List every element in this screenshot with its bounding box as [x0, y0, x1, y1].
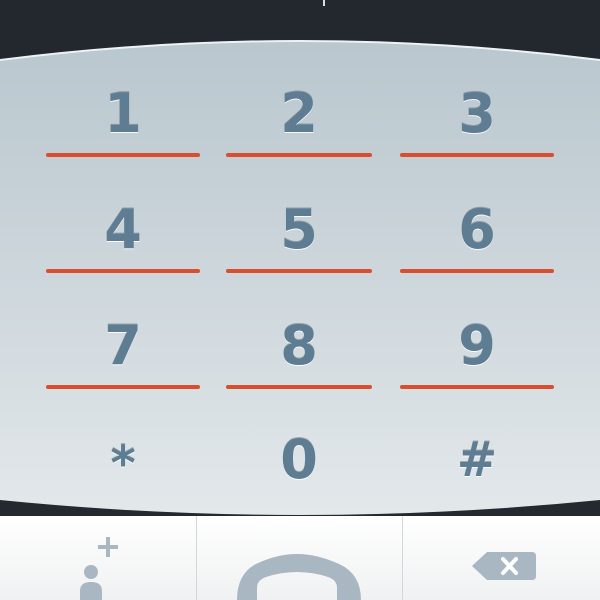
key-5[interactable]: 5: [226, 196, 372, 276]
key-hash[interactable]: #: [400, 426, 554, 492]
key-underline: [400, 385, 554, 389]
key-label: 0: [280, 428, 318, 491]
key-label: 1: [104, 82, 142, 145]
key-6[interactable]: 6: [400, 196, 554, 276]
key-underline: [46, 269, 200, 273]
key-label: 8: [280, 314, 318, 377]
keypad: 1 2 3 4 5 6 7 8 9 * 0 #: [0, 0, 600, 600]
key-underline: [226, 269, 372, 273]
key-label: 9: [458, 314, 496, 377]
key-underline: [46, 153, 200, 157]
key-1[interactable]: 1: [46, 80, 200, 160]
key-label: 7: [104, 314, 142, 377]
key-underline: [46, 385, 200, 389]
key-7[interactable]: 7: [46, 312, 200, 392]
key-star[interactable]: *: [46, 426, 200, 492]
key-4[interactable]: 4: [46, 196, 200, 276]
key-9[interactable]: 9: [400, 312, 554, 392]
key-label: *: [110, 436, 136, 492]
key-2[interactable]: 2: [226, 80, 372, 160]
key-label: 6: [458, 198, 496, 261]
key-underline: [226, 153, 372, 157]
key-underline: [226, 385, 372, 389]
key-label: 2: [280, 82, 318, 145]
key-3[interactable]: 3: [400, 80, 554, 160]
key-underline: [400, 269, 554, 273]
key-label: 5: [280, 198, 318, 261]
dialer-screen: 1 2 3 4 5 6 7 8 9 * 0 #: [0, 0, 600, 600]
key-8[interactable]: 8: [226, 312, 372, 392]
key-underline: [400, 153, 554, 157]
key-0[interactable]: 0: [226, 426, 372, 492]
key-label: #: [456, 432, 498, 488]
key-label: 3: [458, 82, 496, 145]
key-label: 4: [104, 198, 142, 261]
